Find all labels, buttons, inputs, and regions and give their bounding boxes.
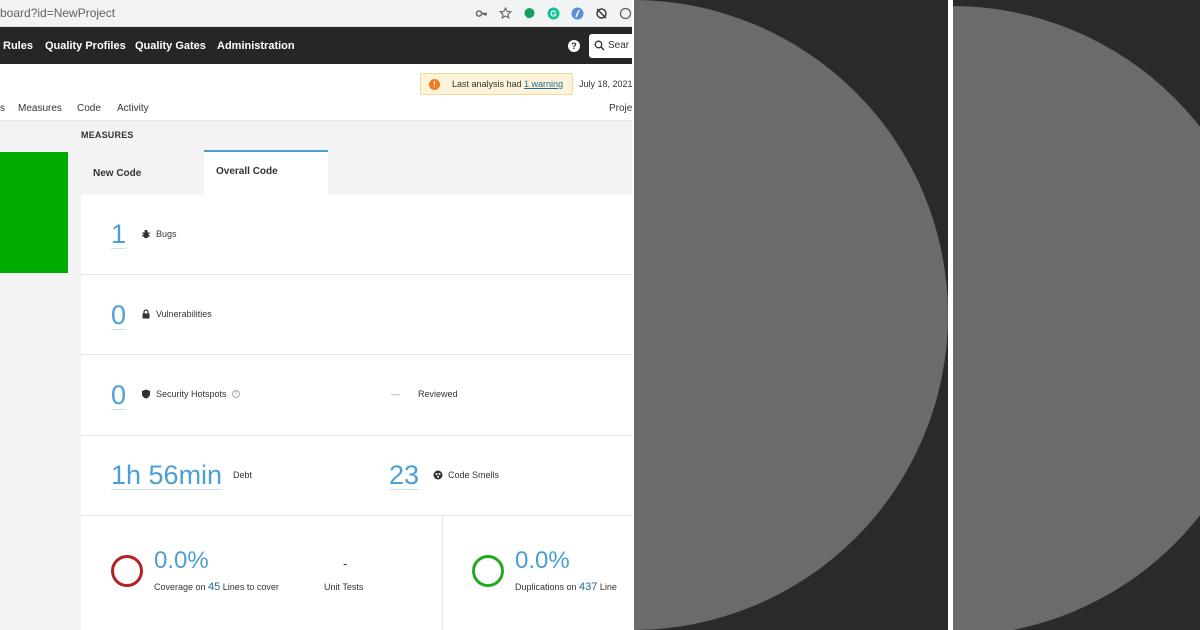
vulnerabilities-label: Vulnerabilities — [156, 309, 212, 319]
hotspots-reviewed-label: Reviewed — [418, 389, 458, 399]
search-input[interactable]: Sear — [589, 34, 632, 58]
vulnerabilities-card: 0 Vulnerabilities — [81, 275, 632, 355]
tab-overall-code-label: Overall Code — [216, 166, 278, 177]
code-smells-value[interactable]: 23 — [389, 461, 420, 490]
debt-label: Debt — [233, 470, 253, 480]
extension-green-icon[interactable] — [523, 7, 536, 20]
coverage-suffix: Lines to cover — [220, 582, 279, 592]
url-text[interactable]: board?id=NewProject — [0, 6, 115, 20]
quality-gate-status — [0, 152, 68, 273]
tab-code[interactable]: Code — [77, 103, 101, 114]
vulnerabilities-value[interactable]: 0 — [111, 301, 127, 330]
duplication-ring-icon — [472, 555, 504, 587]
hotspots-label: Security Hotspots — [156, 389, 227, 399]
warning-icon: ! — [429, 79, 440, 90]
info-icon[interactable]: ? — [231, 390, 240, 398]
nav-quality-profiles[interactable]: Quality Profiles — [45, 40, 126, 52]
code-smell-icon — [433, 470, 443, 480]
coverage-duplications-card: 0.0% Coverage on 45 Lines to cover - Uni… — [81, 516, 632, 630]
maintainability-card: 1h 56min Debt 23 Code Smells — [81, 436, 632, 516]
analysis-date: July 18, 2021 — [579, 79, 632, 89]
key-icon[interactable] — [475, 7, 488, 20]
duplications-value[interactable]: 0.0% — [515, 548, 570, 574]
nav-rules[interactable]: Rules — [3, 40, 33, 52]
search-placeholder: Sear — [608, 40, 630, 51]
search-icon — [594, 40, 605, 51]
tab-new-code[interactable]: New Code — [81, 152, 204, 194]
grammarly-icon[interactable]: G — [547, 7, 560, 20]
divider — [442, 516, 443, 630]
decorative-panel — [634, 0, 948, 630]
sonarqube-screenshot: board?id=NewProject G Rules Quality Prof… — [0, 0, 632, 630]
hotspots-reviewed-value: — — [391, 389, 400, 399]
nav-quality-gates[interactable]: Quality Gates — [135, 40, 206, 52]
extension-blue-icon[interactable] — [571, 7, 584, 20]
debt-value[interactable]: 1h 56min — [111, 461, 223, 490]
coverage-value[interactable]: 0.0% — [154, 548, 209, 574]
bugs-card: 1 Bugs — [81, 195, 632, 275]
lock-icon — [141, 309, 151, 319]
decorative-half-circle — [634, 0, 948, 630]
tab-overall-code[interactable]: Overall Code — [204, 150, 328, 195]
decorative-half-circle — [953, 6, 1200, 630]
nav-administration[interactable]: Administration — [217, 40, 295, 52]
bugs-value[interactable]: 1 — [111, 220, 127, 249]
bug-icon — [141, 229, 151, 239]
security-hotspots-card: 0 Security Hotspots ? — Reviewed — [81, 355, 632, 436]
extension-sync-icon[interactable] — [595, 7, 608, 20]
tab-activity[interactable]: Activity — [117, 103, 149, 114]
coverage-ring-icon — [111, 555, 143, 587]
duplications-prefix: Duplications on — [515, 582, 580, 592]
duplications-suffix: Line — [597, 582, 617, 592]
coverage-lines-link[interactable]: 45 — [208, 581, 220, 593]
unit-tests-value[interactable]: - — [343, 556, 347, 571]
warning-text: Last analysis had — [452, 79, 525, 89]
coverage-prefix: Coverage on — [154, 582, 209, 592]
browser-url-bar: board?id=NewProject G — [0, 0, 632, 27]
analysis-warning-banner: ! Last analysis had 1 warning — [420, 73, 573, 95]
code-smells-label: Code Smells — [448, 470, 500, 480]
star-icon[interactable] — [499, 7, 512, 20]
svg-text:G: G — [550, 9, 556, 18]
hotspots-value[interactable]: 0 — [111, 381, 127, 410]
unit-tests-label: Unit Tests — [324, 582, 364, 592]
shield-icon — [141, 389, 151, 399]
browser-extension-icons: G — [475, 5, 632, 22]
duplications-lines-link[interactable]: 437 — [579, 581, 597, 593]
measures-title: MEASURES — [81, 130, 134, 140]
tab-new-code-label: New Code — [93, 168, 142, 179]
tab-measures[interactable]: Measures — [18, 103, 62, 114]
project-settings-link[interactable]: Proje — [609, 103, 632, 114]
tab-issues-partial[interactable]: s — [0, 103, 5, 114]
decorative-panel — [953, 0, 1200, 630]
extension-partial-icon[interactable] — [619, 7, 632, 20]
help-icon[interactable]: ? — [568, 40, 580, 52]
warning-link[interactable]: 1 warning — [524, 79, 563, 89]
bugs-label: Bugs — [156, 229, 177, 239]
